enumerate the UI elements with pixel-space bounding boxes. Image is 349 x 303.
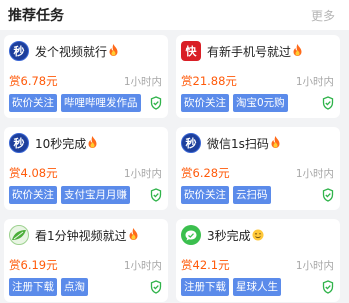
reward-amount: 赏6.19元	[9, 258, 58, 272]
section-title: 推荐任务	[8, 8, 64, 24]
task-card[interactable]: 秒 10秒完成 赏4.08元 1小时内 砍价关注 支付宝月月赚	[4, 127, 168, 210]
duration-label: 1小时内	[123, 168, 162, 180]
fire-icon	[87, 136, 98, 152]
tag: 哔哩哔哩发作品	[61, 94, 141, 112]
kuaishou-app-icon: 快	[181, 41, 201, 61]
task-card[interactable]: 3秒完成 赏42.1元 1小时内 注册下载 星球人生	[176, 219, 340, 302]
task-title: 看1分钟视频就过	[35, 227, 139, 244]
seckill-badge-icon: 秒	[9, 41, 29, 61]
tag-list: 砍价关注 支付宝月月赚	[9, 186, 130, 204]
seckill-badge-icon: 秒	[9, 133, 29, 153]
tag-list: 注册下载 星球人生	[181, 278, 281, 296]
tag-list: 砍价关注 淘宝0元购	[181, 94, 288, 112]
tag: 砍价关注	[181, 186, 229, 204]
reward-amount: 赏4.08元	[9, 166, 58, 180]
section-header: 推荐任务 更多	[0, 0, 349, 30]
tag: 支付宝月月赚	[61, 186, 130, 204]
tag: 砍价关注	[181, 94, 229, 112]
shield-check-icon	[150, 280, 162, 294]
tag: 淘宝0元购	[233, 94, 288, 112]
tag: 星球人生	[233, 278, 281, 296]
tag: 砍价关注	[9, 186, 57, 204]
duration-label: 1小时内	[295, 168, 334, 180]
task-card[interactable]: 秒 微信1s扫码 赏6.28元 1小时内 砍价关注 云扫码	[176, 127, 340, 210]
task-title: 3秒完成	[207, 227, 264, 244]
fire-icon	[292, 44, 303, 60]
tag: 点淘	[61, 278, 88, 296]
smile-emoji-icon	[252, 229, 264, 244]
shield-check-icon	[322, 96, 334, 110]
shield-check-icon	[150, 96, 162, 110]
fire-icon	[108, 44, 119, 60]
shield-check-icon	[322, 188, 334, 202]
shield-check-icon	[322, 280, 334, 294]
task-title: 微信1s扫码	[207, 135, 281, 152]
fire-icon	[128, 228, 139, 244]
task-card[interactable]: 看1分钟视频就过 赏6.19元 1小时内 注册下载 点淘	[4, 219, 168, 302]
reward-amount: 赏6.78元	[9, 74, 58, 88]
reward-amount: 赏21.88元	[181, 74, 237, 88]
duration-label: 1小时内	[295, 76, 334, 88]
tag: 云扫码	[233, 186, 271, 204]
leaf-avatar-icon	[9, 225, 29, 245]
task-card[interactable]: 快 有新手机号就过 赏21.88元 1小时内 砍价关注 淘宝0元购	[176, 35, 340, 118]
more-link[interactable]: 更多	[311, 7, 335, 24]
tag-list: 砍价关注 云扫码	[181, 186, 271, 204]
tag: 注册下载	[9, 278, 57, 296]
tag-list: 砍价关注 哔哩哔哩发作品	[9, 94, 141, 112]
duration-label: 1小时内	[295, 260, 334, 272]
shield-check-icon	[150, 188, 162, 202]
duration-label: 1小时内	[123, 260, 162, 272]
task-title: 有新手机号就过	[207, 43, 303, 60]
reward-amount: 赏6.28元	[181, 166, 230, 180]
task-title: 发个视频就行	[35, 43, 119, 60]
task-card[interactable]: 秒 发个视频就行 赏6.78元 1小时内 砍价关注 哔哩哔哩发作品	[4, 35, 168, 118]
tag: 注册下载	[181, 278, 229, 296]
tag: 砍价关注	[9, 94, 57, 112]
seckill-badge-icon: 秒	[181, 133, 201, 153]
tag-list: 注册下载 点淘	[9, 278, 88, 296]
duration-label: 1小时内	[123, 76, 162, 88]
reward-amount: 赏42.1元	[181, 258, 230, 272]
task-title: 10秒完成	[35, 135, 98, 152]
green-chat-icon	[181, 225, 201, 245]
fire-icon	[270, 136, 281, 152]
